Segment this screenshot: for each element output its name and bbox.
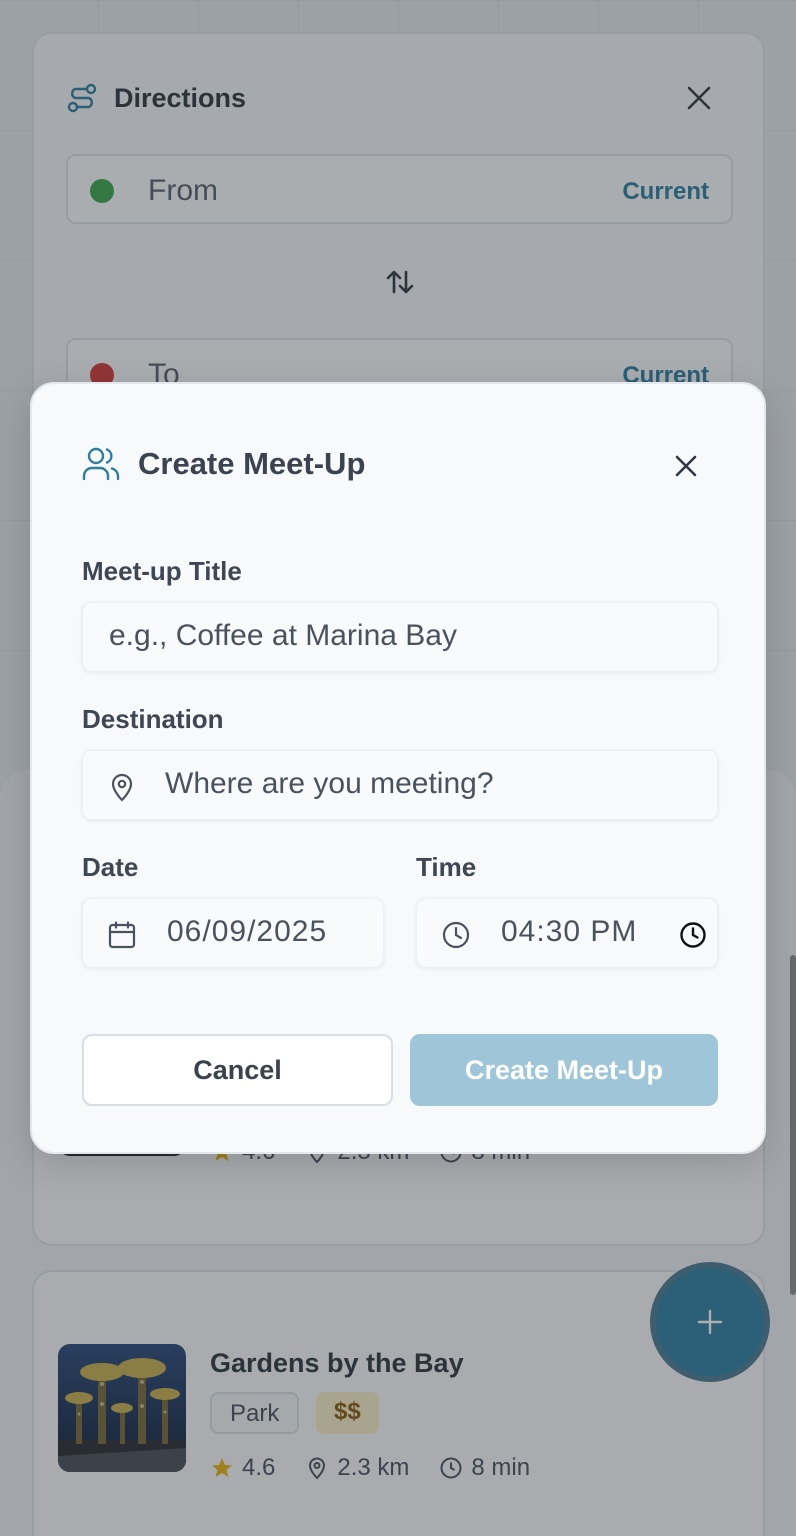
meetup-title-label: Meet-up Title bbox=[82, 556, 242, 586]
time-input[interactable]: 04:30 PM bbox=[416, 898, 718, 968]
date-value: 06/09/2025 bbox=[167, 915, 328, 948]
location-pin-icon bbox=[111, 773, 133, 802]
time-value: 04:30 PM bbox=[501, 915, 638, 948]
meetup-title-placeholder: e.g., Coffee at Marina Bay bbox=[109, 619, 457, 652]
close-icon[interactable] bbox=[672, 452, 700, 480]
meetup-title-input[interactable]: e.g., Coffee at Marina Bay bbox=[82, 602, 718, 672]
destination-placeholder: Where are you meeting? bbox=[165, 767, 494, 800]
destination-label: Destination bbox=[82, 704, 224, 734]
time-label: Time bbox=[416, 852, 477, 882]
destination-input[interactable]: Where are you meeting? bbox=[82, 750, 718, 820]
users-icon bbox=[82, 447, 120, 481]
date-label: Date bbox=[82, 852, 139, 882]
create-meetup-dialog: Create Meet-Up Meet-up Title e.g., Coffe… bbox=[30, 382, 766, 1154]
calendar-icon bbox=[108, 921, 136, 949]
clock-icon bbox=[442, 921, 470, 949]
date-input[interactable]: 06/09/2025 bbox=[82, 898, 384, 968]
cancel-button[interactable]: Cancel bbox=[82, 1034, 393, 1106]
time-picker-icon[interactable] bbox=[679, 921, 707, 949]
dialog-title: Create Meet-Up bbox=[138, 446, 366, 481]
dialog-header: Create Meet-Up bbox=[82, 446, 365, 482]
create-meetup-button[interactable]: Create Meet-Up bbox=[410, 1034, 718, 1106]
